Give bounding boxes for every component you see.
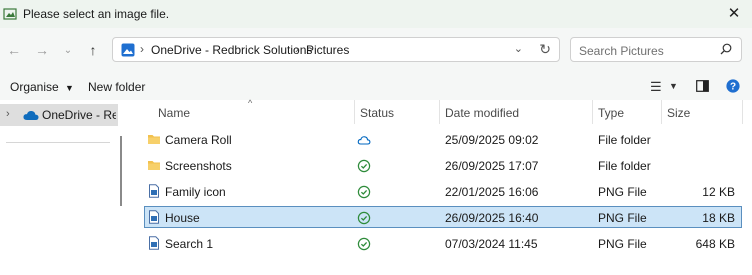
file-date-modified: 26/09/2025 16:40	[445, 211, 539, 225]
breadcrumb-separator-icon: ›	[295, 42, 299, 56]
file-date-modified: 26/09/2025 17:07	[445, 159, 539, 173]
refresh-icon[interactable]: ↻	[539, 41, 551, 58]
file-name: Family icon	[165, 185, 226, 199]
column-divider[interactable]	[592, 100, 593, 124]
synced-status-icon	[357, 237, 371, 251]
sort-ascending-icon: ^	[248, 98, 253, 108]
close-icon[interactable]: ✕	[726, 6, 742, 22]
recent-locations-chevron-icon[interactable]: ⌄	[59, 41, 77, 59]
sidebar-item-onedrive[interactable]: › OneDrive - Redbrick Solutions	[0, 104, 118, 126]
image-file-icon	[147, 184, 161, 198]
file-date-modified: 22/01/2025 16:06	[445, 185, 539, 199]
image-file-icon	[147, 236, 161, 250]
expand-chevron-icon[interactable]: ›	[6, 108, 10, 120]
organise-button[interactable]: Organise ▼	[10, 80, 74, 94]
folder-icon	[147, 158, 161, 172]
file-name: House	[165, 211, 200, 225]
preview-pane-icon[interactable]	[696, 80, 709, 95]
svg-text:?: ?	[730, 82, 736, 93]
file-size: 648 KB	[695, 237, 735, 251]
column-divider[interactable]	[742, 100, 743, 124]
up-arrow-icon[interactable]: ↑	[84, 41, 102, 59]
breadcrumb-pictures[interactable]: Pictures	[306, 43, 349, 57]
address-bar[interactable]: › OneDrive - Redbrick Solutions › Pictur…	[112, 37, 560, 62]
address-dropdown-icon[interactable]: ⌄	[514, 42, 523, 55]
folder-icon	[147, 132, 161, 146]
column-divider[interactable]	[439, 100, 440, 124]
pictures-location-icon	[121, 43, 135, 57]
cloud-status-icon	[357, 133, 371, 147]
command-bar: Organise ▼ New folder ☰ ▼ ?	[0, 72, 752, 100]
column-divider[interactable]	[661, 100, 662, 124]
file-row[interactable]: House 26/09/2025 16:40 PNG File 18 KB	[144, 206, 742, 228]
synced-status-icon	[357, 185, 371, 199]
organise-label: Organise	[10, 80, 59, 94]
file-type: File folder	[598, 133, 651, 147]
column-header-type[interactable]: Type	[598, 106, 624, 120]
synced-status-icon	[357, 159, 371, 173]
file-name: Search 1	[165, 237, 214, 251]
synced-status-icon	[357, 211, 371, 225]
file-name: Camera Roll	[165, 133, 232, 147]
column-header-name[interactable]: Name	[158, 106, 190, 120]
breadcrumb-onedrive[interactable]: OneDrive - Redbrick Solutions	[151, 43, 312, 57]
sidebar-scrollbar[interactable]	[118, 100, 124, 275]
sidebar-item-label: OneDrive - Redbrick Solutions	[42, 108, 116, 122]
column-divider[interactable]	[354, 100, 355, 124]
file-row[interactable]: Screenshots 26/09/2025 17:07 File folder	[144, 154, 742, 176]
image-file-icon	[147, 210, 161, 224]
new-folder-button[interactable]: New folder	[88, 80, 145, 94]
search-icon[interactable]	[719, 42, 733, 56]
file-type: File folder	[598, 159, 651, 173]
search-input[interactable]	[577, 42, 721, 59]
file-size: 18 KB	[702, 211, 735, 225]
file-row[interactable]: Family icon 22/01/2025 16:06 PNG File 12…	[144, 180, 742, 202]
window-title: Please select an image file.	[23, 7, 170, 21]
view-dropdown-icon[interactable]: ▼	[669, 81, 678, 91]
app-icon	[3, 7, 17, 21]
forward-arrow-icon[interactable]: →	[33, 41, 51, 59]
column-header-status[interactable]: Status	[360, 106, 394, 120]
search-box[interactable]	[570, 37, 742, 62]
file-name: Screenshots	[165, 159, 232, 173]
file-size: 12 KB	[702, 185, 735, 199]
title-bar: Please select an image file. ✕	[0, 0, 752, 28]
file-type: PNG File	[598, 211, 647, 225]
file-row[interactable]: Search 1 07/03/2024 11:45 PNG File 648 K…	[144, 232, 742, 254]
file-list: ^ Name Status Date modified Type Size Ca…	[126, 98, 752, 275]
scrollbar-thumb[interactable]	[120, 136, 122, 206]
view-options-icon[interactable]: ☰	[650, 79, 662, 95]
column-header-date-modified[interactable]: Date modified	[445, 106, 519, 120]
breadcrumb-separator-icon: ›	[140, 42, 144, 56]
help-icon[interactable]: ?	[726, 79, 740, 96]
file-type: PNG File	[598, 185, 647, 199]
file-date-modified: 07/03/2024 11:45	[445, 237, 538, 251]
dropdown-arrow-icon: ▼	[65, 83, 74, 93]
column-header-size[interactable]: Size	[667, 106, 690, 120]
file-type: PNG File	[598, 237, 647, 251]
sidebar-divider	[6, 142, 110, 143]
back-arrow-icon[interactable]: ←	[5, 41, 23, 59]
navigation-pane: › OneDrive - Redbrick Solutions	[0, 100, 118, 275]
onedrive-cloud-icon	[23, 109, 39, 121]
file-date-modified: 25/09/2025 09:02	[445, 133, 539, 147]
file-row[interactable]: Camera Roll 25/09/2025 09:02 File folder	[144, 128, 742, 150]
